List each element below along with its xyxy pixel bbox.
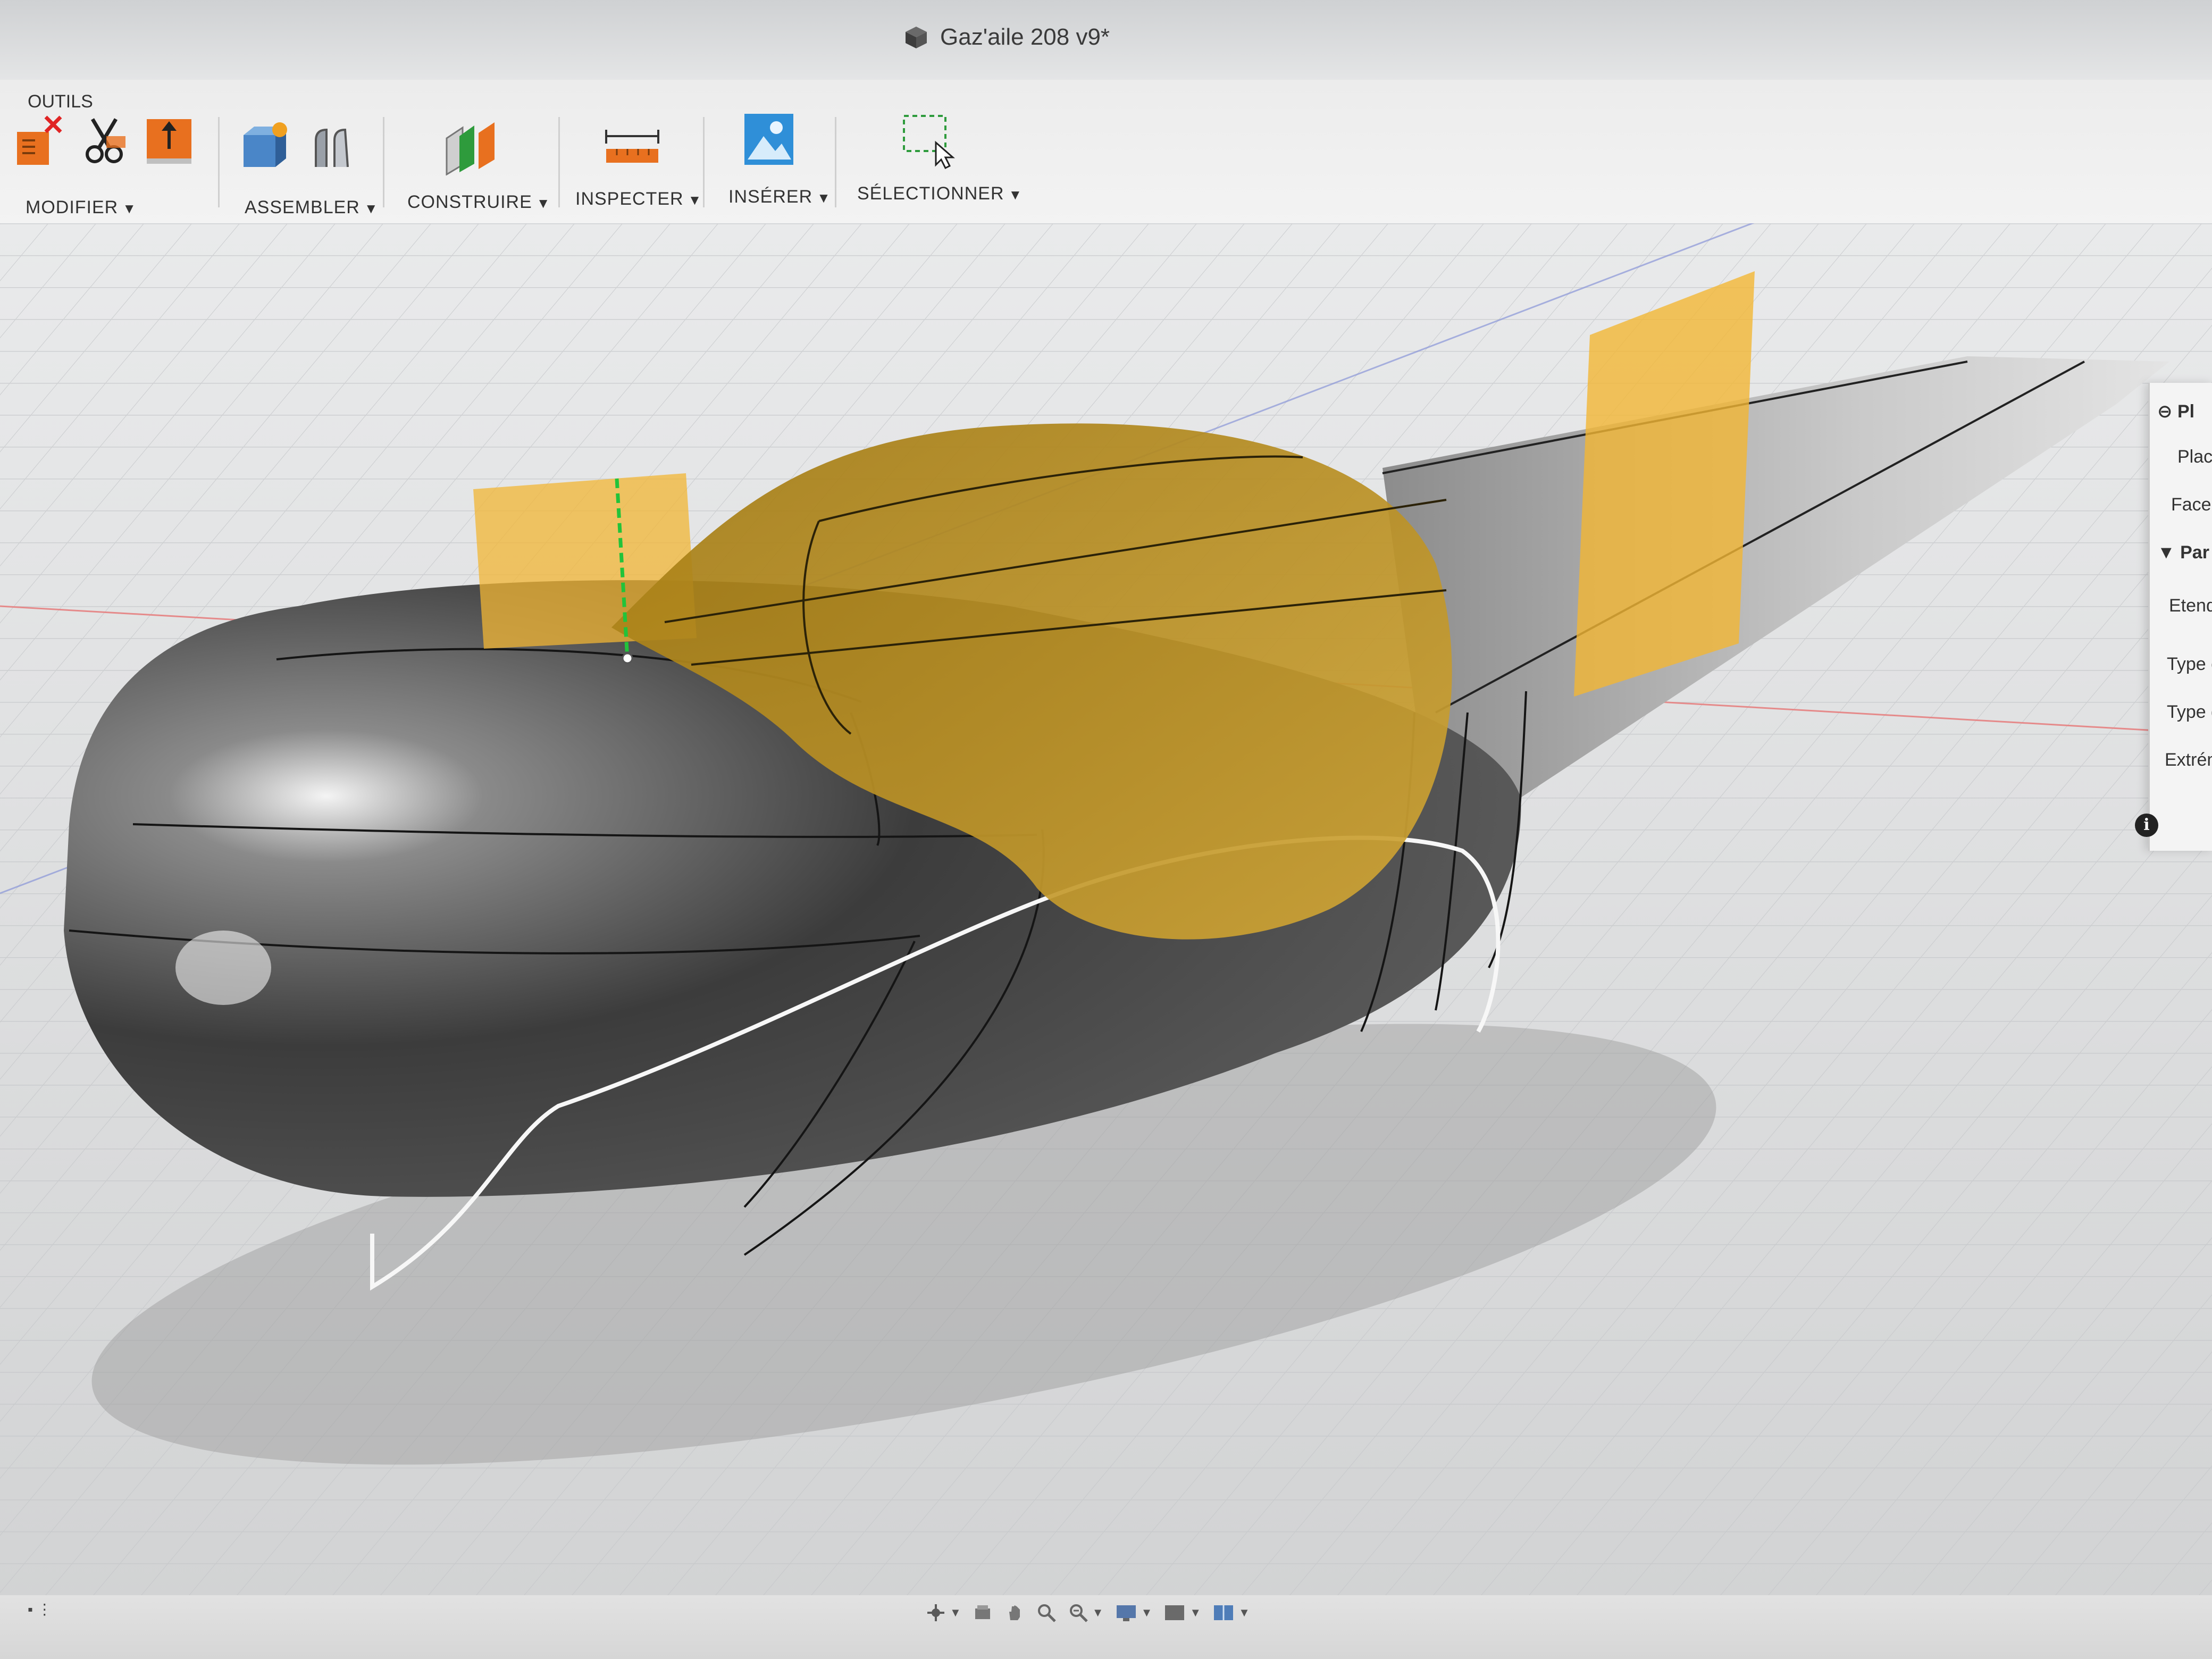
new-component-icon[interactable]: [238, 119, 291, 178]
inspecter-menu[interactable]: INSPECTER ▼: [575, 189, 702, 210]
document-cube-icon: [906, 27, 927, 48]
tools-tab-label[interactable]: OUTILS: [28, 91, 93, 112]
assembler-menu[interactable]: ASSEMBLER ▼: [245, 197, 379, 218]
visual-style-icon: [1165, 1605, 1185, 1620]
panel-row-type-d: Type d: [2167, 702, 2212, 722]
info-icon[interactable]: i: [2135, 814, 2158, 837]
display-settings-icon: [1116, 1605, 1136, 1621]
offset-plane-icon[interactable]: [441, 117, 500, 175]
split-icon[interactable]: [79, 112, 130, 170]
panel-row-face: Face,: [2171, 495, 2212, 515]
canvas-viewport[interactable]: [0, 223, 2212, 1606]
toolbar-separator: [218, 117, 220, 207]
visual-style-button[interactable]: ▼: [1163, 1602, 1201, 1623]
panel-row-extent: Etend: [2169, 596, 2212, 616]
fit-icon: [1069, 1604, 1088, 1622]
expand-triangle-icon: ▼: [2157, 542, 2175, 563]
joint-icon[interactable]: [305, 119, 358, 178]
inserer-group: INSÉRER ▼: [728, 112, 845, 218]
delete-icon[interactable]: [14, 112, 65, 170]
inspecter-group: INSPECTER ▼: [575, 112, 708, 218]
construire-menu[interactable]: CONSTRUIRE ▼: [407, 192, 551, 213]
panel-row-parameters[interactable]: ▼ Par: [2157, 542, 2209, 563]
construire-group: CONSTRUIRE ▼: [404, 112, 553, 218]
fit-button[interactable]: ▼: [1068, 1602, 1104, 1623]
toolbar-separator: [703, 117, 705, 207]
ribbon-toolbar: OUTILS MODIFIER ▼ ASSEMBLER ▼ CONSTRUIRE…: [0, 80, 2212, 223]
nose-highlight: [175, 931, 271, 1005]
pan-icon[interactable]: [1004, 1602, 1025, 1623]
insert-image-icon[interactable]: [742, 112, 795, 170]
orbit-icon: [927, 1604, 944, 1621]
offset-plane-rear[interactable]: [1574, 271, 1755, 697]
toolbar-separator: [835, 117, 836, 207]
toolbar-separator: [558, 117, 560, 207]
panel-row-type-c: Type c: [2167, 654, 2212, 674]
display-settings-button[interactable]: ▼: [1115, 1602, 1152, 1623]
document-title: Gaz'aile 208 v9*: [904, 16, 1110, 58]
modifier-group: MODIFIER ▼: [14, 112, 205, 218]
origin-point[interactable]: [622, 652, 633, 664]
panel-row-placement: Plac: [2177, 447, 2212, 467]
model-scene: [0, 223, 2212, 1606]
selectionner-menu[interactable]: SÉLECTIONNER ▼: [857, 183, 1023, 204]
panel-row-extremite: Extrém: [2165, 750, 2212, 770]
document-title-text: Gaz'aile 208 v9*: [940, 24, 1110, 50]
corner-indicator-icon: ▪ ⋮: [28, 1601, 52, 1618]
look-at-icon[interactable]: [972, 1602, 993, 1623]
modifier-menu[interactable]: MODIFIER ▼: [26, 197, 137, 218]
panel-header: ⊖ Pl: [2157, 401, 2195, 422]
assembler-group: ASSEMBLER ▼: [234, 112, 393, 218]
selectionner-group: SÉLECTIONNER ▼: [857, 112, 1027, 218]
viewports-icon: [1214, 1605, 1234, 1620]
zoom-icon[interactable]: [1036, 1602, 1057, 1623]
toolbar-separator: [383, 117, 384, 207]
title-bar: Gaz'aile 208 v9*: [0, 0, 2212, 80]
navigation-bar: ▼ ▼ ▼ ▼ ▼: [925, 1594, 1250, 1631]
measure-icon[interactable]: [603, 125, 661, 168]
inserer-menu[interactable]: INSÉRER ▼: [728, 187, 831, 207]
press-pull-icon[interactable]: [144, 112, 195, 170]
plane-dialog-panel[interactable]: ⊖ Pl Plac Face, ▼ Par Etend Type c Type …: [2148, 383, 2212, 851]
orbit-button[interactable]: ▼: [925, 1602, 961, 1623]
viewports-button[interactable]: ▼: [1212, 1602, 1250, 1623]
window-select-icon[interactable]: [900, 112, 958, 170]
collapse-icon[interactable]: ⊖: [2157, 401, 2173, 422]
